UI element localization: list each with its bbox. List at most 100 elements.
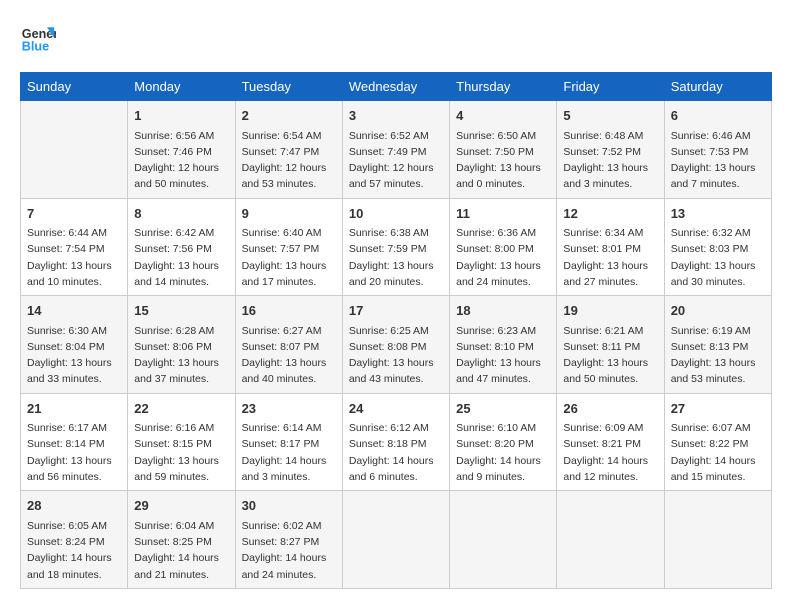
cell-info: Sunrise: 6:34 AMSunset: 8:01 PMDaylight:… bbox=[563, 225, 657, 290]
calendar-cell bbox=[664, 491, 771, 589]
cell-info: Sunrise: 6:25 AMSunset: 8:08 PMDaylight:… bbox=[349, 323, 443, 388]
day-number: 17 bbox=[349, 301, 443, 321]
week-row-1: 1Sunrise: 6:56 AMSunset: 7:46 PMDaylight… bbox=[21, 101, 772, 199]
calendar-cell: 12Sunrise: 6:34 AMSunset: 8:01 PMDayligh… bbox=[557, 198, 664, 296]
calendar-table: SundayMondayTuesdayWednesdayThursdayFrid… bbox=[20, 72, 772, 589]
day-number: 11 bbox=[456, 204, 550, 224]
column-header-tuesday: Tuesday bbox=[235, 73, 342, 101]
calendar-cell bbox=[450, 491, 557, 589]
day-number: 7 bbox=[27, 204, 121, 224]
day-number: 4 bbox=[456, 106, 550, 126]
calendar-cell: 28Sunrise: 6:05 AMSunset: 8:24 PMDayligh… bbox=[21, 491, 128, 589]
cell-info: Sunrise: 6:16 AMSunset: 8:15 PMDaylight:… bbox=[134, 420, 228, 485]
page-header: General Blue bbox=[20, 20, 772, 56]
cell-info: Sunrise: 6:19 AMSunset: 8:13 PMDaylight:… bbox=[671, 323, 765, 388]
calendar-cell: 18Sunrise: 6:23 AMSunset: 8:10 PMDayligh… bbox=[450, 296, 557, 394]
column-header-monday: Monday bbox=[128, 73, 235, 101]
svg-text:Blue: Blue bbox=[22, 40, 49, 54]
calendar-cell: 13Sunrise: 6:32 AMSunset: 8:03 PMDayligh… bbox=[664, 198, 771, 296]
day-number: 10 bbox=[349, 204, 443, 224]
cell-info: Sunrise: 6:48 AMSunset: 7:52 PMDaylight:… bbox=[563, 128, 657, 193]
calendar-cell: 25Sunrise: 6:10 AMSunset: 8:20 PMDayligh… bbox=[450, 393, 557, 491]
calendar-cell bbox=[21, 101, 128, 199]
cell-info: Sunrise: 6:38 AMSunset: 7:59 PMDaylight:… bbox=[349, 225, 443, 290]
cell-info: Sunrise: 6:21 AMSunset: 8:11 PMDaylight:… bbox=[563, 323, 657, 388]
column-header-saturday: Saturday bbox=[664, 73, 771, 101]
cell-info: Sunrise: 6:28 AMSunset: 8:06 PMDaylight:… bbox=[134, 323, 228, 388]
calendar-cell: 20Sunrise: 6:19 AMSunset: 8:13 PMDayligh… bbox=[664, 296, 771, 394]
cell-info: Sunrise: 6:56 AMSunset: 7:46 PMDaylight:… bbox=[134, 128, 228, 193]
day-number: 6 bbox=[671, 106, 765, 126]
cell-info: Sunrise: 6:27 AMSunset: 8:07 PMDaylight:… bbox=[242, 323, 336, 388]
calendar-cell: 15Sunrise: 6:28 AMSunset: 8:06 PMDayligh… bbox=[128, 296, 235, 394]
day-number: 25 bbox=[456, 399, 550, 419]
column-header-friday: Friday bbox=[557, 73, 664, 101]
column-header-sunday: Sunday bbox=[21, 73, 128, 101]
calendar-cell: 1Sunrise: 6:56 AMSunset: 7:46 PMDaylight… bbox=[128, 101, 235, 199]
calendar-cell: 21Sunrise: 6:17 AMSunset: 8:14 PMDayligh… bbox=[21, 393, 128, 491]
cell-info: Sunrise: 6:14 AMSunset: 8:17 PMDaylight:… bbox=[242, 420, 336, 485]
day-number: 20 bbox=[671, 301, 765, 321]
calendar-cell: 14Sunrise: 6:30 AMSunset: 8:04 PMDayligh… bbox=[21, 296, 128, 394]
calendar-cell: 6Sunrise: 6:46 AMSunset: 7:53 PMDaylight… bbox=[664, 101, 771, 199]
cell-info: Sunrise: 6:44 AMSunset: 7:54 PMDaylight:… bbox=[27, 225, 121, 290]
calendar-cell: 24Sunrise: 6:12 AMSunset: 8:18 PMDayligh… bbox=[342, 393, 449, 491]
day-number: 27 bbox=[671, 399, 765, 419]
day-number: 24 bbox=[349, 399, 443, 419]
cell-info: Sunrise: 6:02 AMSunset: 8:27 PMDaylight:… bbox=[242, 518, 336, 583]
day-number: 9 bbox=[242, 204, 336, 224]
cell-info: Sunrise: 6:12 AMSunset: 8:18 PMDaylight:… bbox=[349, 420, 443, 485]
calendar-cell bbox=[342, 491, 449, 589]
day-number: 28 bbox=[27, 496, 121, 516]
calendar-cell: 3Sunrise: 6:52 AMSunset: 7:49 PMDaylight… bbox=[342, 101, 449, 199]
day-number: 15 bbox=[134, 301, 228, 321]
calendar-cell: 7Sunrise: 6:44 AMSunset: 7:54 PMDaylight… bbox=[21, 198, 128, 296]
cell-info: Sunrise: 6:17 AMSunset: 8:14 PMDaylight:… bbox=[27, 420, 121, 485]
calendar-cell: 23Sunrise: 6:14 AMSunset: 8:17 PMDayligh… bbox=[235, 393, 342, 491]
calendar-cell: 4Sunrise: 6:50 AMSunset: 7:50 PMDaylight… bbox=[450, 101, 557, 199]
cell-info: Sunrise: 6:23 AMSunset: 8:10 PMDaylight:… bbox=[456, 323, 550, 388]
day-number: 1 bbox=[134, 106, 228, 126]
week-row-5: 28Sunrise: 6:05 AMSunset: 8:24 PMDayligh… bbox=[21, 491, 772, 589]
column-header-wednesday: Wednesday bbox=[342, 73, 449, 101]
day-number: 13 bbox=[671, 204, 765, 224]
calendar-cell: 30Sunrise: 6:02 AMSunset: 8:27 PMDayligh… bbox=[235, 491, 342, 589]
cell-info: Sunrise: 6:40 AMSunset: 7:57 PMDaylight:… bbox=[242, 225, 336, 290]
calendar-cell: 22Sunrise: 6:16 AMSunset: 8:15 PMDayligh… bbox=[128, 393, 235, 491]
calendar-cell: 5Sunrise: 6:48 AMSunset: 7:52 PMDaylight… bbox=[557, 101, 664, 199]
day-number: 29 bbox=[134, 496, 228, 516]
logo: General Blue bbox=[20, 20, 60, 56]
calendar-cell: 27Sunrise: 6:07 AMSunset: 8:22 PMDayligh… bbox=[664, 393, 771, 491]
day-number: 14 bbox=[27, 301, 121, 321]
day-number: 23 bbox=[242, 399, 336, 419]
calendar-cell: 16Sunrise: 6:27 AMSunset: 8:07 PMDayligh… bbox=[235, 296, 342, 394]
calendar-cell: 8Sunrise: 6:42 AMSunset: 7:56 PMDaylight… bbox=[128, 198, 235, 296]
cell-info: Sunrise: 6:42 AMSunset: 7:56 PMDaylight:… bbox=[134, 225, 228, 290]
day-number: 18 bbox=[456, 301, 550, 321]
cell-info: Sunrise: 6:05 AMSunset: 8:24 PMDaylight:… bbox=[27, 518, 121, 583]
calendar-cell bbox=[557, 491, 664, 589]
calendar-cell: 9Sunrise: 6:40 AMSunset: 7:57 PMDaylight… bbox=[235, 198, 342, 296]
day-number: 21 bbox=[27, 399, 121, 419]
day-number: 2 bbox=[242, 106, 336, 126]
calendar-cell: 19Sunrise: 6:21 AMSunset: 8:11 PMDayligh… bbox=[557, 296, 664, 394]
day-number: 30 bbox=[242, 496, 336, 516]
day-number: 12 bbox=[563, 204, 657, 224]
cell-info: Sunrise: 6:50 AMSunset: 7:50 PMDaylight:… bbox=[456, 128, 550, 193]
cell-info: Sunrise: 6:09 AMSunset: 8:21 PMDaylight:… bbox=[563, 420, 657, 485]
cell-info: Sunrise: 6:52 AMSunset: 7:49 PMDaylight:… bbox=[349, 128, 443, 193]
day-number: 26 bbox=[563, 399, 657, 419]
day-number: 8 bbox=[134, 204, 228, 224]
week-row-4: 21Sunrise: 6:17 AMSunset: 8:14 PMDayligh… bbox=[21, 393, 772, 491]
calendar-body: 1Sunrise: 6:56 AMSunset: 7:46 PMDaylight… bbox=[21, 101, 772, 589]
calendar-cell: 29Sunrise: 6:04 AMSunset: 8:25 PMDayligh… bbox=[128, 491, 235, 589]
column-header-thursday: Thursday bbox=[450, 73, 557, 101]
logo-icon: General Blue bbox=[20, 20, 56, 56]
calendar-cell: 17Sunrise: 6:25 AMSunset: 8:08 PMDayligh… bbox=[342, 296, 449, 394]
cell-info: Sunrise: 6:10 AMSunset: 8:20 PMDaylight:… bbox=[456, 420, 550, 485]
day-number: 19 bbox=[563, 301, 657, 321]
calendar-cell: 2Sunrise: 6:54 AMSunset: 7:47 PMDaylight… bbox=[235, 101, 342, 199]
calendar-cell: 10Sunrise: 6:38 AMSunset: 7:59 PMDayligh… bbox=[342, 198, 449, 296]
cell-info: Sunrise: 6:30 AMSunset: 8:04 PMDaylight:… bbox=[27, 323, 121, 388]
calendar-header: SundayMondayTuesdayWednesdayThursdayFrid… bbox=[21, 73, 772, 101]
